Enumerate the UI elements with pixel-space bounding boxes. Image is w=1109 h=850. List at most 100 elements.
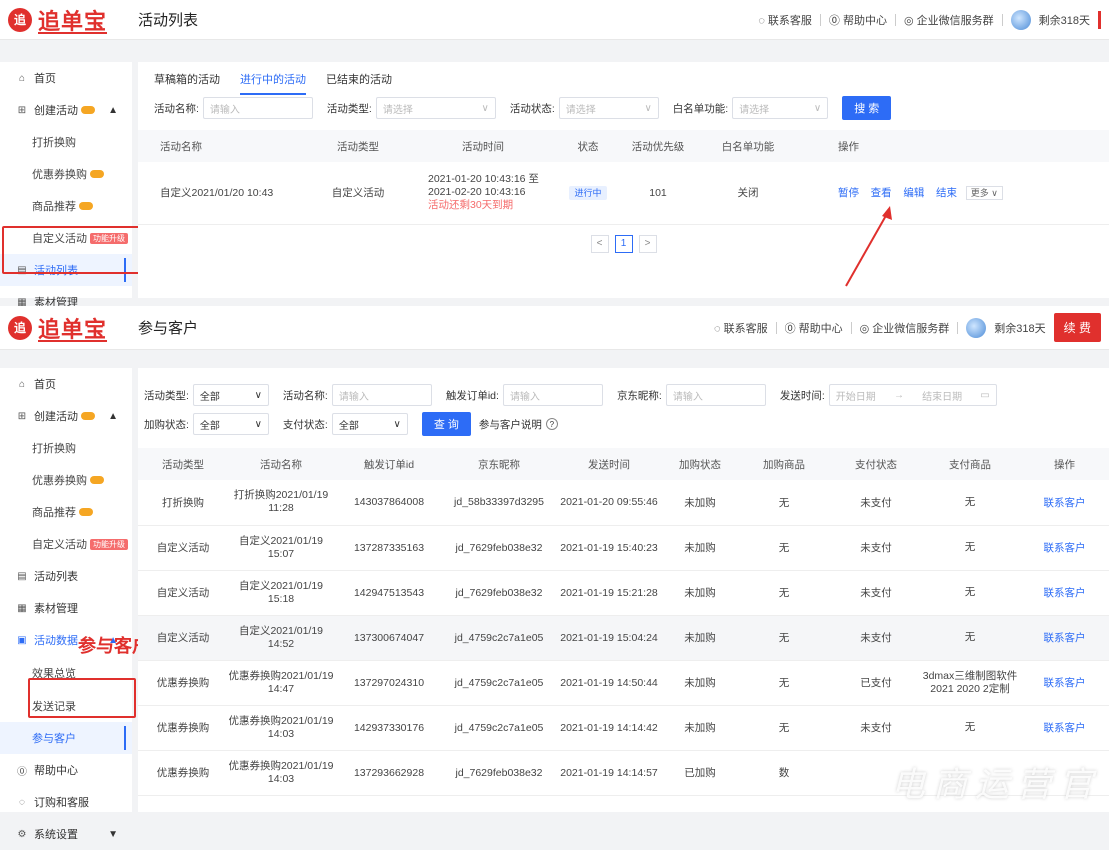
logo-badge: 追 [8,315,32,340]
send-time-range[interactable]: 开始日期 → 结束日期 ▭ [828,384,997,406]
sidebar-item-home[interactable]: ⌂ 首页 [0,62,132,94]
page-number[interactable]: 1 [614,234,633,253]
tab-ongoing[interactable]: 进行中的活动 [240,71,306,95]
activity-type-select[interactable]: 请选择 ∨ [375,97,496,119]
query-button[interactable]: 查 询 [421,412,471,436]
divider [957,321,959,334]
filter-label: 活动类型: [326,102,372,115]
table-cell: jd_4759c2c7a1e05 [444,705,554,751]
view-link[interactable]: 查看 [871,187,892,199]
home-icon: ⌂ [18,72,26,84]
activity-name-input[interactable]: 请输入 [202,97,313,119]
hot-badge [79,508,93,516]
help-icon: ⓪ [17,766,27,778]
logo-badge: 追 [8,7,32,32]
table-cell: jd_7629feb038e32 [444,525,554,571]
sidebar-item-home[interactable]: ⌂ 首页 [0,368,132,400]
filter-label: 活动名称: [154,102,199,115]
wechat-link[interactable]: ◎ 企业微信服务群 [904,12,994,28]
filter-label: 白名单功能: [672,102,729,115]
gear-icon: ⚙ [17,828,27,840]
table-cell: 优惠券换购 [138,750,228,796]
activity-status-select[interactable]: 请选择 ∨ [558,97,659,119]
table-cell: 2021-01-19 14:14:57 [554,750,664,796]
end-link[interactable]: 结束 [936,187,957,199]
sidebar-item-customers[interactable]: 参与客户 [0,722,132,754]
sidebar-item-create[interactable]: ⊞ 创建活动 ▲ [0,94,132,126]
pay-status-select[interactable]: 全部 ∨ [331,413,408,435]
wechat-link[interactable]: ◎ 企业微信服务群 [860,320,950,336]
sidebar-item-material[interactable]: ▦ 素材管理 [0,592,132,624]
table-cell: jd_7629feb038e32 [444,750,554,796]
table-cell: 142947513543 [334,570,444,616]
tab-draft[interactable]: 草稿箱的活动 [154,71,220,87]
table-cell: 142937330176 [334,705,444,751]
jd-nickname-input[interactable]: 请输入 [665,384,766,406]
table-cell: 优惠券换购2021/01/19 14:03 [228,750,334,796]
sidebar-item-order[interactable]: ◌ 订购和客服 [0,786,132,818]
help-link[interactable]: ⓪ 帮助中心 [785,320,843,336]
service-link[interactable]: ◌ 联系客服 [758,12,812,28]
activity-name-input[interactable]: 请输入 [331,384,432,406]
highlight-customers [28,678,136,718]
sidebar-item-discount[interactable]: 打折换购 [0,432,132,464]
contact-customer-link[interactable]: 联系客户 [1020,705,1109,751]
pause-link[interactable]: 暂停 [838,187,859,199]
avatar[interactable] [1010,9,1031,30]
tab-ended[interactable]: 已结束的活动 [326,71,392,87]
next-page-icon[interactable]: > [638,234,657,253]
order-id-input[interactable]: 请输入 [502,384,603,406]
contact-customer-link[interactable]: 联系客户 [1020,615,1109,661]
sidebar-item-settings[interactable]: ⚙ 系统设置 ▼ [0,818,132,850]
sidebar-item-recommend[interactable]: 商品推荐 [0,190,132,222]
contact-customer-link[interactable]: 联系客户 [1020,660,1109,706]
activity-tabs: 草稿箱的活动 进行中的活动 已结束的活动 [138,62,1109,96]
logo[interactable]: 追 追单宝 [0,4,128,36]
sidebar-item-recommend[interactable]: 商品推荐 [0,496,132,528]
table-cell: 未支付 [832,480,920,526]
activity-type-select[interactable]: 全部 ∨ [192,384,269,406]
help-link[interactable]: ⓪ 帮助中心 [829,12,887,28]
table-cell: 打折换购2021/01/19 11:28 [228,480,334,526]
sidebar-item-activity-list[interactable]: ▤ 活动列表 [0,560,132,592]
search-button[interactable]: 搜 索 [842,96,892,120]
table-row: 自定义2021/01/20 10:43 自定义活动 2021-01-20 10:… [138,162,1109,225]
sidebar-item-coupon[interactable]: 优惠券换购 [0,464,132,496]
sidebar-item-custom[interactable]: 自定义活动 功能升级 [0,528,132,560]
avatar[interactable] [966,317,987,338]
list-icon: ▤ [17,570,27,582]
edit-link[interactable]: 编辑 [903,187,924,199]
service-link[interactable]: ◌ 联系客服 [714,320,768,336]
table-row: 自定义活动 自定义2021/01/19 14:52 137300674047 jd_4… [138,615,1109,661]
contact-customer-link[interactable]: 联系客户 [1020,480,1109,526]
data-icon: ▣ [17,634,27,646]
chevron-down-icon: ∨ [254,418,262,430]
table-cell: 无 [736,660,832,706]
chevron-up-icon: ▲ [108,104,118,116]
hot-badge [81,106,95,114]
renew-edge [1098,10,1101,29]
sidebar-item-discount[interactable]: 打折换购 [0,126,132,158]
add-status-select[interactable]: 全部 ∨ [192,413,269,435]
table-cell: 未加购 [664,660,736,706]
table-cell: 优惠券换购2021/01/19 14:47 [228,660,334,706]
chevron-down-icon: ∨ [393,418,401,430]
question-icon[interactable]: ? [545,418,558,430]
more-dropdown[interactable]: 更多 ∨ [965,186,1003,201]
chevron-down-icon: ∨ [813,102,822,114]
activity-list-content: 草稿箱的活动 进行中的活动 已结束的活动 活动名称: 请输入 活动类型: 请选择 ∨ … [138,62,1109,298]
sidebar-item-create[interactable]: ⊞ 创建活动 ▲ [0,400,132,432]
renew-button[interactable]: 续 费 [1053,313,1101,342]
whitelist-select[interactable]: 请选择 ∨ [732,97,829,119]
contact-customer-link[interactable]: 联系客户 [1020,570,1109,616]
table-row: 自定义活动 自定义2021/01/19 15:18 142947513543 jd_7… [138,570,1109,616]
contact-customer-link[interactable]: 联系客户 [1020,525,1109,571]
sidebar-item-help[interactable]: ⓪ 帮助中心 [0,754,132,786]
hot-badge [79,202,93,210]
prev-page-icon[interactable]: < [590,234,609,253]
table-cell: 无 [736,570,832,616]
remaining-days: 剩余318天 [994,322,1046,335]
table-header: 活动类型 活动名称 触发订单id 京东昵称 发送时间 加购状态 加购商品 支付状… [138,448,1109,480]
sidebar-item-coupon[interactable]: 优惠券换购 [0,158,132,190]
logo[interactable]: 追 追单宝 [0,312,128,344]
